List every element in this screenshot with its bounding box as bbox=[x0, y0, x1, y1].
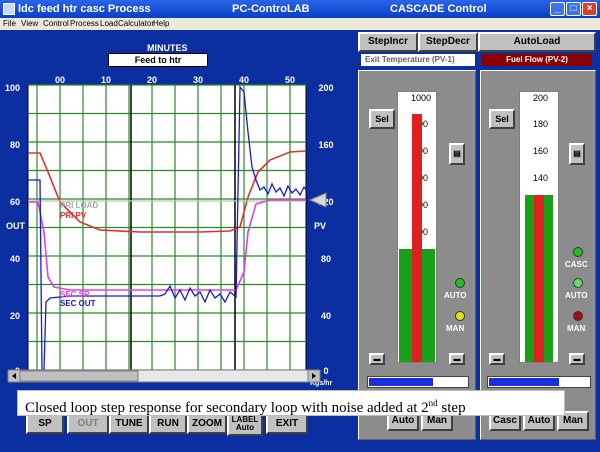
right-tick: 80 bbox=[321, 254, 331, 264]
legend-pri-load: PRI LOAD bbox=[60, 201, 98, 210]
secondary-faceplate: Sel 200 180 160 140 ▤ ▬ ▬ CASC AUTO MAN … bbox=[480, 70, 596, 440]
primary-scroll-down-icon[interactable]: ▬ bbox=[369, 353, 385, 365]
left-tick: 100 bbox=[5, 83, 20, 93]
menu-file[interactable]: File bbox=[3, 19, 16, 28]
minutes-label: MINUTES bbox=[147, 43, 188, 53]
secondary-auto-label: AUTO bbox=[565, 291, 588, 300]
mode-title: CASCADE Control bbox=[390, 3, 487, 15]
legend-sec-out: SEC OUT bbox=[60, 299, 96, 308]
step-decr-button[interactable]: StepDecr bbox=[418, 32, 478, 52]
secondary-tick: 140 bbox=[533, 173, 549, 183]
time-tick: 50 bbox=[285, 75, 295, 85]
primary-faceplate: Sel 1000 900 800 700 600 500 ▤ ▬ ▬ AUTO … bbox=[358, 70, 476, 440]
close-icon[interactable]: × bbox=[582, 2, 597, 16]
secondary-sel-button[interactable]: Sel bbox=[489, 109, 515, 129]
time-tick: 20 bbox=[147, 75, 157, 85]
secondary-header: Fuel Flow (PV-2) bbox=[482, 54, 592, 66]
step-incr-button[interactable]: StepIncr bbox=[358, 32, 418, 52]
primary-auto-led bbox=[455, 278, 465, 288]
primary-auto-label: AUTO bbox=[444, 291, 467, 300]
secondary-scroll-down-icon[interactable]: ▬ bbox=[489, 353, 505, 365]
right-tick: 0 bbox=[323, 366, 328, 376]
secondary-man-led bbox=[573, 311, 583, 321]
pv-axis-label: PV bbox=[314, 221, 326, 231]
caption: Closed loop step response for secondary … bbox=[17, 390, 565, 416]
time-tick-labels: 00 10 20 30 40 50 bbox=[55, 75, 295, 85]
secondary-scroll-up-icon[interactable]: ▤ bbox=[569, 143, 585, 165]
secondary-tick: 200 bbox=[533, 93, 549, 103]
secondary-man-label: MAN bbox=[567, 324, 586, 333]
time-tick: 10 bbox=[101, 75, 111, 85]
out-axis-label: OUT bbox=[6, 221, 26, 231]
title-bar: ldc feed htr casc Process PC-ControLAB C… bbox=[0, 0, 600, 18]
legend-pri-pv: PRI PV bbox=[60, 211, 87, 220]
app-icon bbox=[3, 3, 15, 15]
window-title: ldc feed htr casc Process bbox=[18, 3, 151, 15]
secondary-casc-label: CASC bbox=[565, 260, 588, 269]
secondary-casc-led bbox=[573, 247, 583, 257]
menu-process[interactable]: Process bbox=[70, 19, 99, 28]
right-tick: 40 bbox=[321, 311, 331, 321]
secondary-tick: 180 bbox=[533, 119, 549, 129]
secondary-output-bar bbox=[487, 376, 591, 388]
primary-pv-bar bbox=[412, 113, 422, 362]
secondary-auto-led bbox=[573, 278, 583, 288]
primary-tick: 1000 bbox=[411, 93, 432, 103]
menu-bar: File View Control Process Load Calculato… bbox=[0, 18, 600, 30]
right-tick: 160 bbox=[318, 140, 333, 150]
trend-chart: 00 10 20 30 40 50 100 80 60 40 20 0 200 … bbox=[5, 75, 334, 387]
horizontal-scrollbar[interactable] bbox=[7, 369, 321, 383]
variable-box[interactable]: Feed to htr bbox=[108, 53, 208, 67]
caption-sup: nd bbox=[428, 398, 438, 408]
primary-man-label: MAN bbox=[446, 324, 465, 333]
primary-sel-button[interactable]: Sel bbox=[369, 109, 395, 129]
primary-man-led bbox=[455, 311, 465, 321]
caption-text: Closed loop step response for secondary … bbox=[25, 400, 429, 416]
left-tick: 20 bbox=[10, 311, 20, 321]
primary-output-bar bbox=[367, 376, 469, 388]
autoload-button[interactable]: AutoLoad bbox=[478, 32, 596, 52]
primary-header: Exit Temperature (PV-1) bbox=[361, 54, 475, 66]
time-tick: 30 bbox=[193, 75, 203, 85]
caption-tail: step bbox=[437, 400, 466, 416]
menu-control[interactable]: Control bbox=[43, 19, 69, 28]
legend-sec-sp: SEC SP bbox=[60, 290, 90, 299]
scroll-thumb[interactable] bbox=[19, 370, 139, 382]
primary-scroll-up-icon[interactable]: ▤ bbox=[449, 143, 465, 165]
time-tick: 40 bbox=[239, 75, 249, 85]
secondary-tick: 160 bbox=[533, 146, 549, 156]
primary-scroll-down-icon-2[interactable]: ▬ bbox=[449, 353, 465, 365]
right-tick: 200 bbox=[318, 83, 333, 93]
left-tick: 40 bbox=[10, 254, 20, 264]
menu-load[interactable]: Load bbox=[100, 19, 118, 28]
time-tick: 00 bbox=[55, 75, 65, 85]
menu-view[interactable]: View bbox=[21, 19, 38, 28]
app-title: PC-ControLAB bbox=[232, 3, 310, 15]
menu-calculator[interactable]: Calculator bbox=[118, 19, 154, 28]
minimize-icon[interactable]: _ bbox=[550, 2, 565, 16]
secondary-pv-bar bbox=[534, 194, 544, 362]
left-tick: 60 bbox=[10, 197, 20, 207]
menu-help[interactable]: Help bbox=[153, 19, 169, 28]
left-tick: 80 bbox=[10, 140, 20, 150]
maximize-icon[interactable]: □ bbox=[566, 2, 581, 16]
secondary-scroll-down-icon-2[interactable]: ▬ bbox=[569, 353, 585, 365]
